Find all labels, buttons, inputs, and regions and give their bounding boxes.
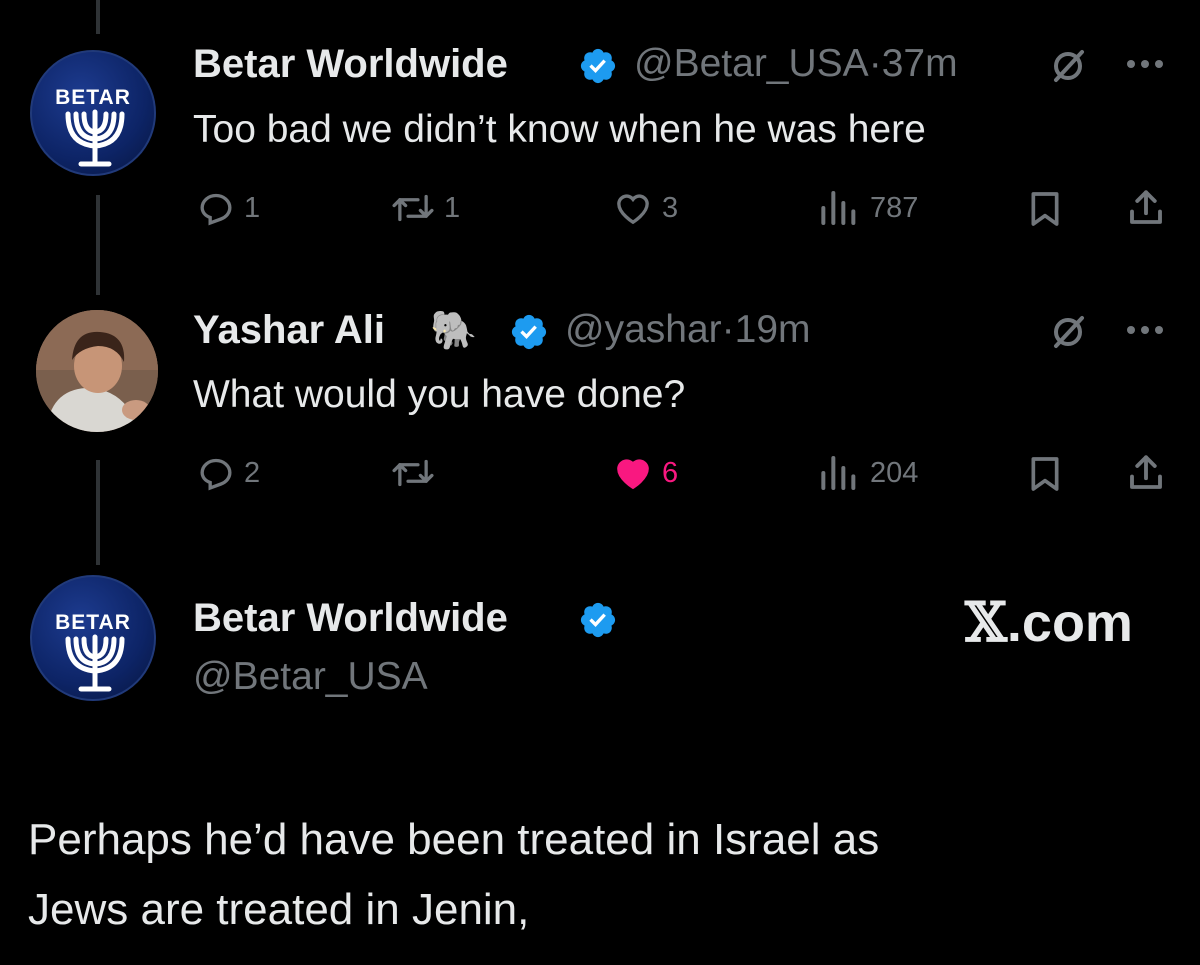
elephant-emoji: 🐘 xyxy=(430,308,478,352)
site-label: 𝕏.com xyxy=(965,590,1133,654)
views-count: 787 xyxy=(870,191,919,224)
author-handle[interactable]: @Betar_USA xyxy=(634,42,869,85)
reply-button[interactable]: 1 xyxy=(196,188,260,228)
repost-button[interactable] xyxy=(390,453,444,493)
reply-icon xyxy=(200,458,232,491)
author-name[interactable]: Betar Worldwide xyxy=(193,596,508,641)
repost-count: 1 xyxy=(444,191,461,224)
avatar-photo xyxy=(36,310,158,432)
tweet-text: Too bad we didn’t know when he was here xyxy=(193,108,926,151)
post-body-line: Perhaps he’d have been treated in Israel… xyxy=(28,815,880,864)
author-handle[interactable]: @Betar_USA xyxy=(193,655,428,699)
views-icon xyxy=(821,191,856,225)
bookmark-icon[interactable] xyxy=(1025,188,1065,230)
reply-count: 2 xyxy=(244,456,261,489)
timestamp[interactable]: 37m xyxy=(882,42,958,85)
meta-separator: · xyxy=(868,42,882,85)
like-button[interactable]: 6 xyxy=(612,453,678,493)
avatar[interactable]: BETAR xyxy=(30,575,156,701)
bookmark-icon[interactable] xyxy=(1025,453,1065,495)
views-count: 204 xyxy=(870,456,919,489)
author-name[interactable]: Betar Worldwide xyxy=(193,42,508,87)
views-button[interactable]: 204 xyxy=(818,453,918,493)
tweet-text: What would you have done? xyxy=(193,373,686,416)
meta-separator: · xyxy=(721,308,735,351)
views-icon xyxy=(821,456,856,490)
views-button[interactable]: 787 xyxy=(818,188,918,228)
like-icon xyxy=(617,194,649,225)
author-meta: @yashar·19m xyxy=(565,308,811,352)
like-button[interactable]: 3 xyxy=(612,188,678,228)
repost-icon xyxy=(392,194,434,222)
repost-icon xyxy=(392,459,434,487)
repost-button[interactable]: 1 xyxy=(390,188,460,228)
more-icon[interactable] xyxy=(1125,324,1165,336)
timestamp[interactable]: 19m xyxy=(735,308,811,351)
verified-badge-icon xyxy=(580,602,616,638)
thread-line-2 xyxy=(96,460,100,565)
author-meta: @Betar_USA·37m xyxy=(634,42,958,86)
grok-icon[interactable] xyxy=(1048,312,1088,352)
post-body-line: Jews are treated in Jenin, xyxy=(28,885,530,934)
share-icon[interactable] xyxy=(1125,452,1167,494)
like-count: 6 xyxy=(662,456,679,489)
reply-icon xyxy=(200,193,232,226)
reply-button[interactable]: 2 xyxy=(196,453,260,493)
site-label-text: .com xyxy=(1006,593,1133,653)
thread-line-1 xyxy=(96,195,100,295)
like-icon xyxy=(617,459,649,490)
author-name[interactable]: Yashar Ali xyxy=(193,308,385,353)
menorah-icon xyxy=(65,109,125,167)
thread-line-top xyxy=(96,0,100,34)
avatar[interactable]: BETAR xyxy=(30,50,156,176)
post-body: Perhaps he’d have been treated in Israel… xyxy=(28,805,1178,945)
menorah-icon xyxy=(65,634,125,692)
author-handle[interactable]: @yashar xyxy=(565,308,722,351)
x-logo-icon: 𝕏 xyxy=(965,590,1007,654)
reply-count: 1 xyxy=(244,191,261,224)
grok-icon[interactable] xyxy=(1048,46,1088,86)
more-icon[interactable] xyxy=(1125,58,1165,70)
like-count: 3 xyxy=(662,191,679,224)
share-icon[interactable] xyxy=(1125,187,1167,229)
avatar[interactable] xyxy=(36,310,158,432)
verified-badge-icon xyxy=(511,314,547,350)
verified-badge-icon xyxy=(580,48,616,84)
